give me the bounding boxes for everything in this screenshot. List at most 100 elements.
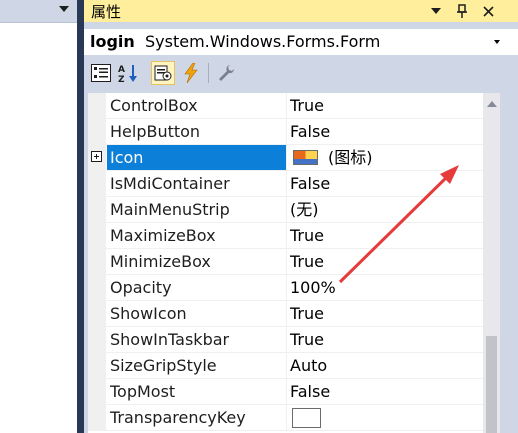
property-row[interactable]: Opacity 100% bbox=[88, 275, 483, 301]
property-row[interactable]: HelpButton False bbox=[88, 119, 483, 145]
chevron-down-icon[interactable] bbox=[494, 40, 500, 44]
object-selector[interactable]: login System.Windows.Forms.Form bbox=[84, 29, 518, 55]
property-name[interactable]: Icon bbox=[107, 145, 286, 170]
row-gutter bbox=[88, 353, 106, 379]
property-name[interactable]: MinimizeBox bbox=[110, 249, 285, 274]
alphabetical-icon: A Z bbox=[118, 65, 137, 83]
pin-icon bbox=[457, 4, 467, 18]
svg-text:A: A bbox=[118, 65, 125, 75]
close-button[interactable] bbox=[477, 0, 499, 22]
property-name[interactable]: ControlBox bbox=[110, 93, 285, 118]
column-divider bbox=[286, 145, 287, 171]
row-gutter bbox=[88, 405, 106, 431]
property-row[interactable]: ShowIcon True bbox=[88, 301, 483, 327]
column-divider bbox=[286, 223, 287, 249]
row-gutter bbox=[88, 275, 106, 301]
row-gutter bbox=[88, 93, 106, 119]
panel-title: 属性 bbox=[91, 3, 122, 21]
categorized-icon bbox=[91, 64, 111, 82]
properties-icon bbox=[154, 65, 172, 81]
alphabetical-button[interactable]: A Z bbox=[117, 61, 141, 85]
column-divider bbox=[286, 327, 287, 353]
pin-button[interactable] bbox=[451, 0, 473, 22]
row-gutter bbox=[88, 119, 106, 145]
object-type: System.Windows.Forms.Form bbox=[145, 32, 381, 51]
column-divider bbox=[286, 405, 287, 431]
property-value[interactable]: (图标)... bbox=[290, 145, 483, 170]
properties-panel: 属性 login System.Windows.Forms.Form A Z C… bbox=[84, 0, 518, 433]
property-value[interactable]: (无) bbox=[290, 197, 483, 222]
property-row[interactable]: ShowInTaskbar True bbox=[88, 327, 483, 353]
property-name[interactable]: MainMenuStrip bbox=[110, 197, 285, 222]
property-row[interactable]: Icon(图标)... bbox=[88, 145, 483, 171]
property-name[interactable]: SizeGripStyle bbox=[110, 353, 285, 378]
row-gutter bbox=[88, 327, 106, 353]
property-value[interactable]: False bbox=[290, 119, 483, 144]
property-row[interactable]: MaximizeBox True bbox=[88, 223, 483, 249]
properties-titlebar: 属性 bbox=[84, 0, 518, 22]
lightning-icon bbox=[184, 63, 198, 83]
row-divider bbox=[106, 430, 483, 431]
close-icon bbox=[482, 5, 494, 17]
property-value[interactable]: False bbox=[290, 171, 483, 196]
wrench-icon bbox=[219, 65, 235, 81]
property-value[interactable] bbox=[290, 405, 483, 430]
svg-text:Z: Z bbox=[118, 75, 125, 83]
expand-plus-icon[interactable] bbox=[91, 151, 102, 162]
column-divider bbox=[286, 93, 287, 119]
property-name[interactable]: ShowIcon bbox=[110, 301, 285, 326]
property-row[interactable]: MinimizeBox True bbox=[88, 249, 483, 275]
property-value[interactable]: True bbox=[290, 301, 483, 326]
row-gutter bbox=[88, 197, 106, 223]
property-row[interactable]: MainMenuStrip (无) bbox=[88, 197, 483, 223]
solution-explorer-pane bbox=[0, 0, 77, 433]
column-divider bbox=[286, 171, 287, 197]
property-grid: ControlBoxTrueHelpButtonFalseIcon(图标)...… bbox=[88, 93, 483, 433]
property-value[interactable]: 100% bbox=[290, 275, 483, 300]
property-value[interactable]: True bbox=[290, 327, 483, 352]
property-name[interactable]: IsMdiContainer bbox=[110, 171, 285, 196]
toolbar-separator bbox=[208, 63, 209, 83]
left-pane-header bbox=[0, 0, 77, 23]
object-name: login bbox=[90, 32, 135, 51]
panel-margin bbox=[500, 93, 518, 433]
property-value[interactable]: True bbox=[290, 93, 483, 118]
property-row[interactable]: TransparencyKey bbox=[88, 405, 483, 431]
property-name[interactable]: ShowInTaskbar bbox=[110, 327, 285, 352]
property-name[interactable]: TransparencyKey bbox=[110, 405, 285, 430]
window-position-button[interactable] bbox=[425, 0, 447, 22]
properties-button[interactable] bbox=[151, 61, 175, 85]
property-name[interactable]: Opacity bbox=[110, 275, 285, 300]
property-row[interactable]: ControlBox True bbox=[88, 93, 483, 119]
row-gutter bbox=[88, 379, 106, 405]
scroll-up-icon[interactable] bbox=[487, 101, 497, 107]
pane-splitter[interactable] bbox=[77, 0, 84, 433]
property-row[interactable]: TopMost False bbox=[88, 379, 483, 405]
property-grid-scrollbar[interactable] bbox=[483, 93, 500, 433]
row-gutter bbox=[88, 301, 106, 327]
properties-toolbar: A Z bbox=[84, 58, 518, 88]
categorized-button[interactable] bbox=[89, 61, 113, 85]
scroll-thumb[interactable] bbox=[486, 336, 497, 433]
property-name[interactable]: TopMost bbox=[110, 379, 285, 404]
property-pages-button[interactable] bbox=[214, 61, 238, 85]
property-value-text: (图标) bbox=[328, 148, 373, 167]
property-value[interactable]: True bbox=[290, 223, 483, 248]
property-value[interactable]: Auto bbox=[290, 353, 483, 378]
property-name[interactable]: MaximizeBox bbox=[110, 223, 285, 248]
property-row[interactable]: SizeGripStyle Auto bbox=[88, 353, 483, 379]
property-value[interactable]: True bbox=[290, 249, 483, 274]
column-divider bbox=[286, 275, 287, 301]
property-value[interactable]: False bbox=[290, 379, 483, 404]
events-button[interactable] bbox=[179, 61, 203, 85]
column-divider bbox=[286, 379, 287, 405]
row-gutter bbox=[88, 249, 106, 275]
icon-preview bbox=[293, 150, 318, 165]
column-divider bbox=[286, 197, 287, 223]
property-name[interactable]: HelpButton bbox=[110, 119, 285, 144]
property-row[interactable]: IsMdiContainer False bbox=[88, 171, 483, 197]
color-swatch bbox=[292, 408, 321, 428]
chevron-down-icon[interactable] bbox=[59, 6, 69, 12]
row-gutter bbox=[88, 223, 106, 249]
column-divider bbox=[286, 119, 287, 145]
